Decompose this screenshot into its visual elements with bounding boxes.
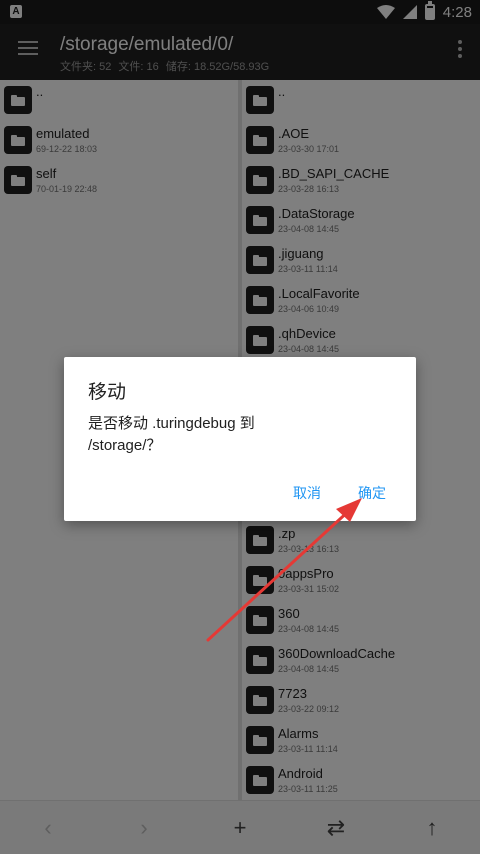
dialog-title: 移动 <box>88 382 127 403</box>
confirm-button[interactable]: 确定 <box>354 479 390 507</box>
move-confirm-dialog: 移动 是否移动 .turingdebug 到 /storage/？ 取消 确定 <box>64 357 416 521</box>
cancel-button[interactable]: 取消 <box>289 479 325 507</box>
dialog-message: 是否移动 .turingdebug 到 /storage/？ <box>88 415 255 454</box>
